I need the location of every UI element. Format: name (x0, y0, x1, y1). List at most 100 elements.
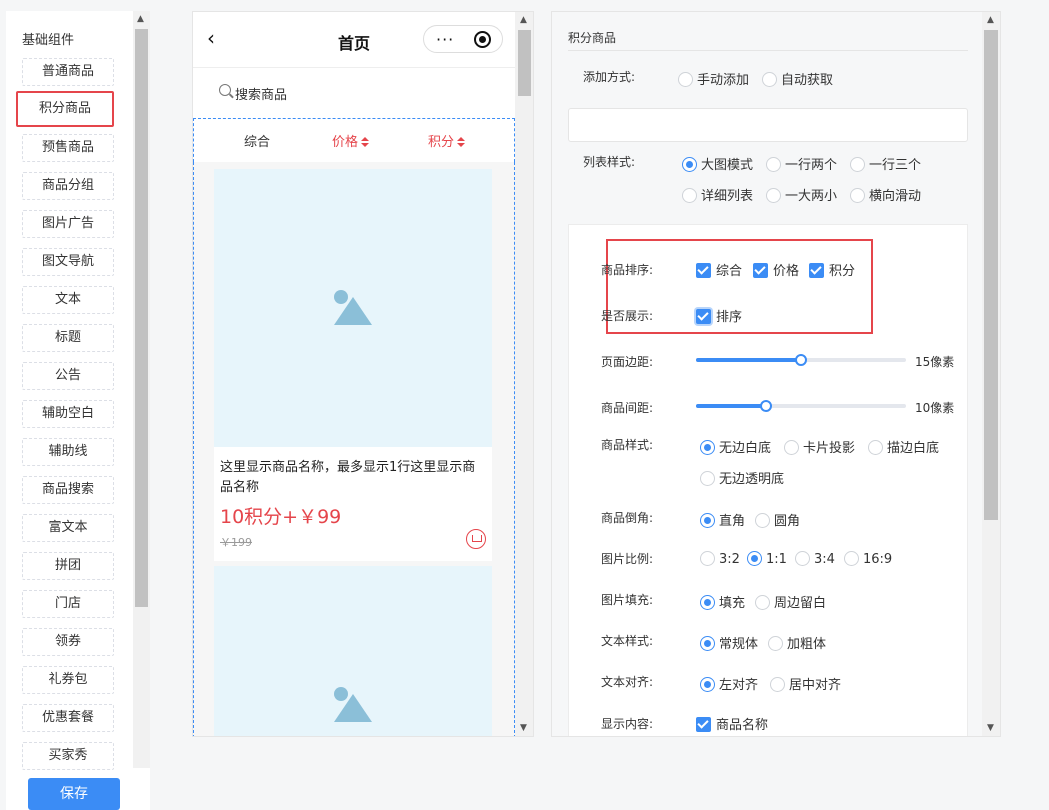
cart-icon[interactable] (466, 529, 486, 549)
radio-no-border-white[interactable]: 无边白底 (700, 437, 771, 456)
component-panel: 基础组件 普通商品 积分商品 预售商品 商品分组 图片广告 图文导航 文本 标题… (6, 11, 150, 810)
preview-scrollbar[interactable]: ▲ ▼ (515, 12, 533, 736)
more-icon[interactable]: ··· (436, 30, 454, 49)
left-scrollbar[interactable]: ▲ (133, 11, 150, 768)
component-item[interactable]: 预售商品 (22, 134, 114, 162)
scroll-up-arrow-icon[interactable]: ▲ (137, 14, 144, 24)
scroll-up-arrow-icon[interactable]: ▲ (520, 15, 527, 25)
component-item[interactable]: 礼券包 (22, 666, 114, 694)
radio-ratio-16-9[interactable]: 16:9 (844, 551, 892, 567)
save-button[interactable]: 保存 (28, 778, 120, 810)
radio-auto-fetch[interactable]: 自动获取 (762, 69, 833, 88)
component-item[interactable]: 领券 (22, 628, 114, 656)
scroll-up-arrow-icon[interactable]: ▲ (987, 15, 994, 25)
radio-fill[interactable]: 填充 (700, 592, 745, 611)
checkbox-icon (696, 717, 711, 732)
component-item[interactable]: 买家秀 (22, 742, 114, 770)
scroll-down-arrow-icon[interactable]: ▼ (520, 723, 527, 733)
component-item[interactable]: 辅助空白 (22, 400, 114, 428)
checkbox-sort-points[interactable]: 积分 (809, 260, 855, 279)
record-icon[interactable] (474, 31, 491, 48)
radio-square-corner[interactable]: 直角 (700, 510, 745, 529)
checkbox-sort-general[interactable]: 综合 (696, 260, 742, 279)
radio-padding[interactable]: 周边留白 (755, 592, 826, 611)
radio-ratio-3-2[interactable]: 3:2 (700, 551, 740, 567)
radio-detail-list[interactable]: 详细列表 (682, 185, 753, 204)
slider-handle[interactable] (795, 354, 807, 366)
component-item[interactable]: 门店 (22, 590, 114, 618)
radio-ratio-3-4[interactable]: 3:4 (795, 551, 835, 567)
checkbox-sort-price[interactable]: 价格 (753, 260, 799, 279)
checkbox-product-name[interactable]: 商品名称 (696, 714, 768, 733)
component-item[interactable]: 辅助线 (22, 438, 114, 466)
radio-one-big-two-small[interactable]: 一大两小 (766, 185, 837, 204)
component-item[interactable]: 富文本 (22, 514, 114, 542)
page-margin-slider[interactable] (696, 354, 906, 366)
settings-panel: 积分商品 添加方式: 手动添加 自动获取 列表样式: 大图模式 一行两个 一行三… (551, 11, 1001, 737)
radio-manual-add[interactable]: 手动添加 (678, 69, 749, 88)
text-style-label: 文本样式: (601, 634, 654, 648)
radio-icon (678, 72, 693, 87)
slider-fill (696, 404, 766, 408)
component-item[interactable]: 文本 (22, 286, 114, 314)
component-item[interactable]: 图片广告 (22, 210, 114, 238)
product-card[interactable]: 这里显示商品名称，最多显示1行这里显示商品名称 10积分+￥99 ￥199 (214, 169, 492, 561)
component-item[interactable]: 商品搜索 (22, 476, 114, 504)
checkbox-label: 价格 (773, 264, 800, 279)
component-item[interactable]: 图文导航 (22, 248, 114, 276)
component-item[interactable]: 普通商品 (22, 58, 114, 86)
scrollbar-thumb[interactable] (518, 30, 531, 96)
sort-tab-points[interactable]: 积分 (428, 131, 466, 150)
search-bar[interactable]: 搜索商品 (193, 68, 515, 118)
radio-align-center[interactable]: 居中对齐 (770, 674, 841, 693)
radio-ratio-1-1[interactable]: 1:1 (747, 551, 787, 567)
component-item-selected[interactable]: 积分商品 (16, 91, 114, 127)
radio-label: 卡片投影 (803, 441, 856, 456)
radio-card-shadow[interactable]: 卡片投影 (784, 437, 855, 456)
product-sort-label: 商品排序: (601, 263, 654, 277)
product-card[interactable] (214, 566, 492, 736)
capsule-menu[interactable]: ··· (423, 25, 503, 53)
item-spacing-slider[interactable] (696, 400, 906, 412)
radio-big-image[interactable]: 大图模式 (682, 154, 753, 173)
radio-icon (747, 551, 762, 566)
sort-tab-price[interactable]: 价格 (332, 131, 370, 150)
scroll-down-arrow-icon[interactable]: ▼ (987, 723, 994, 733)
show-label: 是否展示: (601, 309, 654, 323)
page-margin-value: 15像素 (915, 355, 955, 369)
sort-tab-label: 价格 (332, 135, 359, 150)
radio-no-border-transparent[interactable]: 无边透明底 (700, 468, 784, 487)
settings-scrollbar[interactable]: ▲ ▼ (982, 12, 1000, 736)
radio-icon (700, 551, 715, 566)
radio-bold[interactable]: 加粗体 (768, 633, 826, 652)
radio-label: 3:2 (719, 552, 740, 567)
component-item[interactable]: 商品分组 (22, 172, 114, 200)
radio-icon (755, 595, 770, 610)
slider-handle[interactable] (760, 400, 772, 412)
radio-border-white[interactable]: 描边白底 (868, 437, 939, 456)
settings-title: 积分商品 (568, 31, 617, 45)
component-item[interactable]: 拼团 (22, 552, 114, 580)
radio-align-left[interactable]: 左对齐 (700, 674, 758, 693)
phone-screen: ‹ 首页 ··· 搜索商品 综合 价格 积分 这里显示商品名称，最多显示1行这里… (193, 12, 515, 736)
component-item[interactable]: 标题 (22, 324, 114, 352)
scrollbar-thumb[interactable] (135, 29, 148, 607)
radio-horizontal-scroll[interactable]: 横向滑动 (850, 185, 921, 204)
radio-two-per-row[interactable]: 一行两个 (766, 154, 837, 173)
scrollbar-thumb[interactable] (984, 30, 998, 520)
display-content-label: 显示内容: (601, 717, 654, 731)
component-item[interactable]: 公告 (22, 362, 114, 390)
radio-round-corner[interactable]: 圆角 (755, 510, 800, 529)
sort-tab-general[interactable]: 综合 (244, 131, 270, 150)
radio-icon (700, 471, 715, 486)
sort-arrows-icon (361, 137, 370, 147)
product-input[interactable] (568, 108, 968, 142)
image-placeholder (214, 169, 492, 447)
corner-label: 商品倒角: (601, 511, 654, 525)
component-item[interactable]: 优惠套餐 (22, 704, 114, 732)
checkbox-show-sort[interactable]: 排序 (696, 306, 742, 325)
radio-icon (755, 513, 770, 528)
text-align-label: 文本对齐: (601, 675, 654, 689)
radio-three-per-row[interactable]: 一行三个 (850, 154, 921, 173)
radio-regular[interactable]: 常规体 (700, 633, 758, 652)
